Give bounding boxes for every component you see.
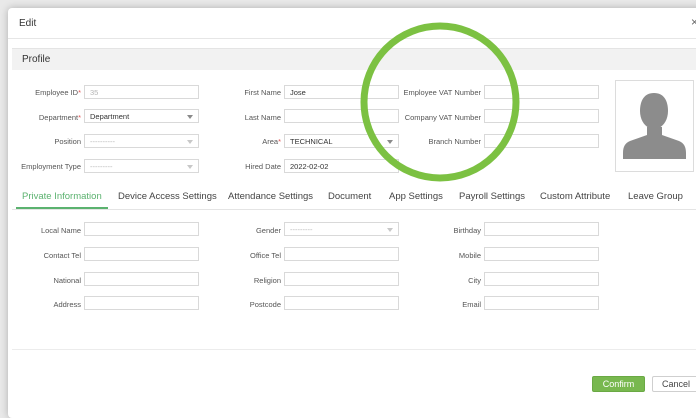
confirm-button[interactable]: Confirm [592,376,645,392]
gender-label: Gender [255,226,281,235]
employee-vat-input[interactable] [484,85,599,99]
first-name-input[interactable]: Jose [284,85,399,99]
area-value: TECHNICAL [290,137,333,146]
area-label: Area* [262,137,281,146]
person-silhouette-icon [622,87,687,165]
birthday-label: Birthday [453,226,481,235]
chevron-down-icon [187,115,193,119]
religion-input[interactable] [284,272,399,286]
department-select[interactable]: Department [84,109,199,123]
tab-attendance-settings[interactable]: Attendance Settings [228,191,313,202]
close-icon[interactable]: × [691,16,696,28]
tab-leave-group[interactable]: Leave Group [628,191,683,202]
hired-date-input[interactable]: 2022-02-02 [284,159,399,173]
area-select[interactable]: TECHNICAL [284,134,399,148]
position-value: ---------- [90,137,115,146]
postcode-input[interactable] [284,296,399,310]
employment-type-select[interactable]: --------- [84,159,199,173]
tab-private-information[interactable]: Private Information [22,191,102,202]
branch-number-label: Branch Number [428,137,481,146]
email-input[interactable] [484,296,599,310]
tab-app-settings[interactable]: App Settings [389,191,443,202]
gender-select[interactable]: --------- [284,222,399,236]
first-name-label: First Name [244,88,281,97]
office-tel-label: Office Tel [250,251,281,260]
employment-type-value: --------- [90,162,113,171]
local-name-input[interactable] [84,222,199,236]
panel-divider [12,349,696,350]
position-select[interactable]: ---------- [84,134,199,148]
tab-custom-attribute[interactable]: Custom Attribute [540,191,610,202]
employee-vat-label: Employee VAT Number [403,88,481,97]
dialog-title: Edit [19,18,37,29]
cancel-button[interactable]: Cancel [652,376,696,392]
company-vat-label: Company VAT Number [404,113,481,122]
mobile-label: Mobile [458,251,481,260]
profile-section-header: Profile [12,48,696,70]
city-input[interactable] [484,272,599,286]
tab-bar: Private Information Device Access Settin… [12,185,696,210]
profile-section-title: Profile [22,54,51,65]
last-name-label: Last Name [244,113,281,122]
chevron-down-icon [387,140,393,144]
address-label: Address [53,300,81,309]
employment-type-label: Employment Type [21,162,81,171]
religion-label: Religion [253,276,281,285]
employee-photo[interactable] [615,80,694,172]
chevron-down-icon [187,140,193,144]
hired-date-label: Hired Date [245,162,281,171]
department-value: Department [90,112,130,121]
postcode-label: Postcode [249,300,281,309]
office-tel-input[interactable] [284,247,399,261]
last-name-input[interactable] [284,109,399,123]
tab-device-access-settings[interactable]: Device Access Settings [118,191,217,202]
birthday-input[interactable] [484,222,599,236]
employee-id-label: Employee ID* [35,88,81,97]
dialog-header: Edit × [8,8,696,39]
contact-tel-input[interactable] [84,247,199,261]
national-label: National [53,276,81,285]
position-label: Position [54,137,81,146]
branch-number-input[interactable] [484,134,599,148]
chevron-down-icon [187,165,193,169]
active-tab-indicator [16,207,108,209]
edit-dialog: Edit × Profile Employee ID* 35 Departmen… [8,8,696,418]
local-name-label: Local Name [40,226,81,235]
gender-value: --------- [290,225,313,234]
city-label: City [468,276,481,285]
company-vat-input[interactable] [484,109,599,123]
tab-document[interactable]: Document [328,191,371,202]
contact-tel-label: Contact Tel [43,251,81,260]
mobile-input[interactable] [484,247,599,261]
chevron-down-icon [387,228,393,232]
tab-payroll-settings[interactable]: Payroll Settings [459,191,525,202]
email-label: Email [462,300,481,309]
employee-id-input[interactable]: 35 [84,85,199,99]
address-input[interactable] [84,296,199,310]
national-input[interactable] [84,272,199,286]
department-label: Department* [38,113,81,122]
